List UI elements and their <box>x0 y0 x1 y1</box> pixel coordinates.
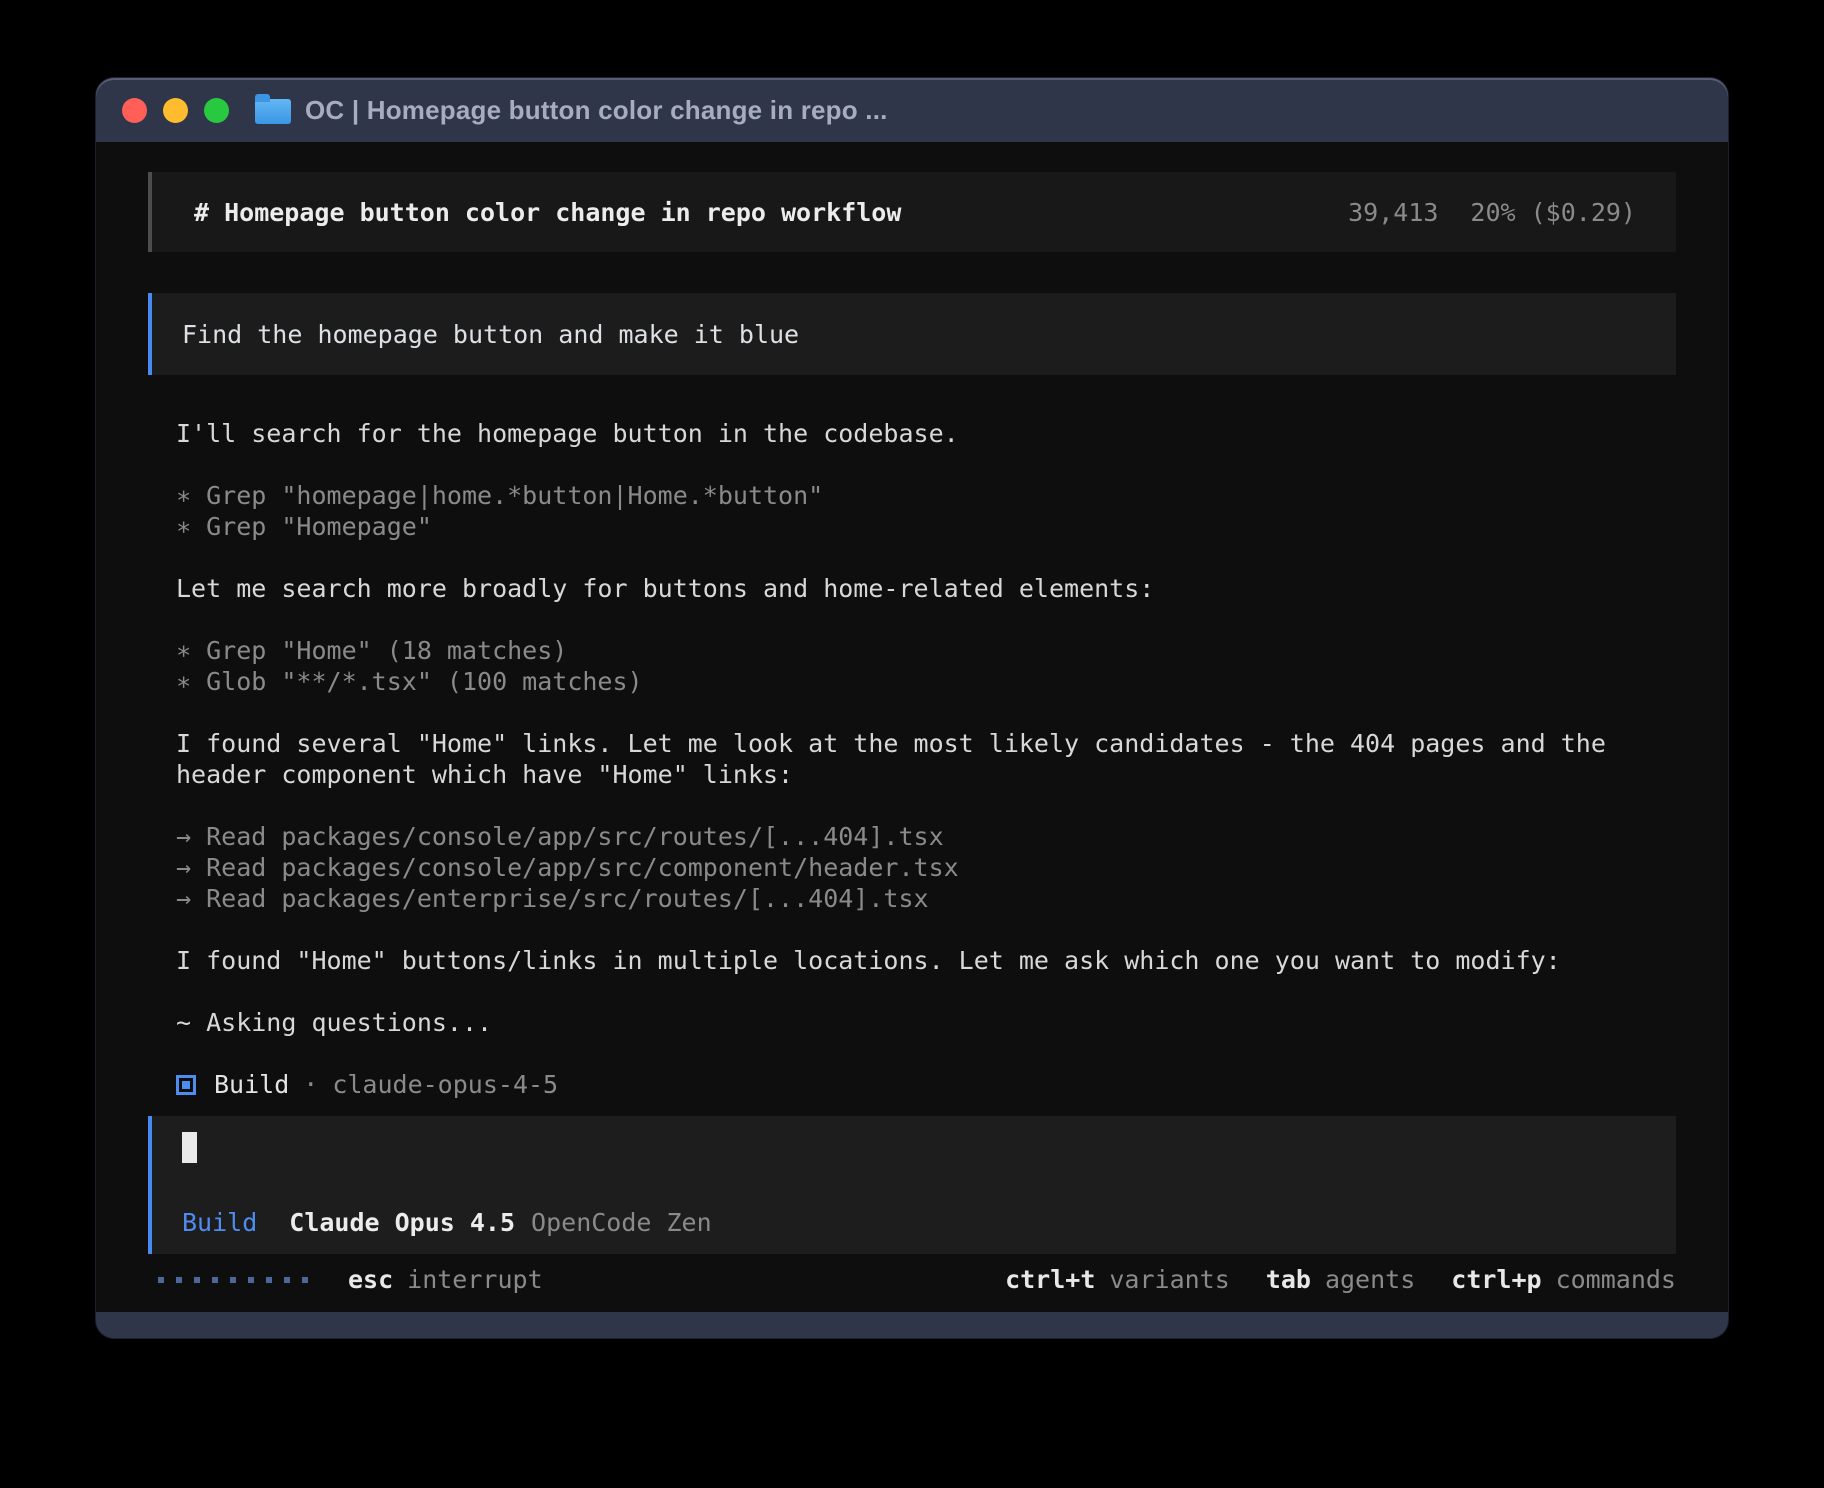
context-cost: 20% ($0.29) <box>1470 197 1636 228</box>
tool-call-read: → Read packages/console/app/src/routes/[… <box>176 821 1676 852</box>
separator-dot: · <box>303 1069 318 1100</box>
text-cursor <box>182 1132 197 1163</box>
tool-call-read: → Read packages/console/app/src/componen… <box>176 852 1676 883</box>
session-title: # Homepage button color change in repo w… <box>194 197 901 228</box>
hint-commands: ctrl+p commands <box>1451 1264 1676 1295</box>
close-button[interactable] <box>122 98 147 123</box>
window-titlebar[interactable]: OC | Homepage button color change in rep… <box>96 78 1728 142</box>
esc-key-label: interrupt <box>407 1264 542 1295</box>
agent-model: claude-opus-4-5 <box>332 1069 558 1100</box>
hint-agents: tab agents <box>1266 1264 1415 1295</box>
window-title: OC | Homepage button color change in rep… <box>305 95 888 126</box>
tool-call-read: → Read packages/enterprise/src/routes/[.… <box>176 883 1676 914</box>
terminal-window[interactable]: OC | Homepage button color change in rep… <box>96 78 1728 1338</box>
status-bar: esc interrupt ctrl+t variants tab agents… <box>148 1264 1676 1295</box>
input-model-label[interactable]: Claude Opus 4.5 <box>289 1207 515 1238</box>
status-right: ctrl+t variants tab agents ctrl+p comman… <box>969 1264 1676 1295</box>
esc-key-hint: esc <box>348 1264 393 1295</box>
zoom-button[interactable] <box>204 98 229 123</box>
user-message-text: Find the homepage button and make it blu… <box>182 319 799 350</box>
tool-call-grep: ∗ Grep "Homepage" <box>176 511 1676 542</box>
window-bottom-edge <box>96 1312 1728 1338</box>
assistant-text: header component which have "Home" links… <box>176 759 1676 790</box>
hint-variants: ctrl+t variants <box>1005 1264 1230 1295</box>
input-provider-label: OpenCode Zen <box>531 1207 712 1238</box>
agent-build-icon <box>176 1075 196 1095</box>
traffic-lights <box>122 98 229 123</box>
token-count: 39,413 <box>1348 197 1438 228</box>
input-agent-label[interactable]: Build <box>182 1207 257 1238</box>
tool-call-grep: ∗ Grep "Home" (18 matches) <box>176 635 1676 666</box>
spinner-dots <box>158 1277 308 1283</box>
session-stats: 39,413 20% ($0.29) <box>1348 197 1636 228</box>
assistant-text: I found "Home" buttons/links in multiple… <box>176 945 1676 976</box>
terminal-content: # Homepage button color change in repo w… <box>96 142 1728 1312</box>
assistant-transcript: I'll search for the homepage button in t… <box>176 418 1676 1100</box>
agent-status-line: Build · claude-opus-4-5 <box>176 1069 1676 1100</box>
prompt-input[interactable]: Build Claude Opus 4.5 OpenCode Zen <box>148 1116 1676 1254</box>
input-footer: Build Claude Opus 4.5 OpenCode Zen <box>182 1207 712 1238</box>
status-left: esc interrupt <box>148 1264 543 1295</box>
assistant-text: I found several "Home" links. Let me loo… <box>176 728 1676 759</box>
tool-call-grep: ∗ Grep "homepage|home.*button|Home.*butt… <box>176 480 1676 511</box>
session-header: # Homepage button color change in repo w… <box>148 172 1676 252</box>
tool-call-glob: ∗ Glob "**/*.tsx" (100 matches) <box>176 666 1676 697</box>
minimize-button[interactable] <box>163 98 188 123</box>
agent-name: Build <box>214 1069 289 1100</box>
assistant-text: Let me search more broadly for buttons a… <box>176 573 1676 604</box>
assistant-text: I'll search for the homepage button in t… <box>176 418 1676 449</box>
user-message: Find the homepage button and make it blu… <box>148 293 1676 375</box>
folder-icon <box>255 99 291 124</box>
assistant-status-text: ~ Asking questions... <box>176 1007 1676 1038</box>
